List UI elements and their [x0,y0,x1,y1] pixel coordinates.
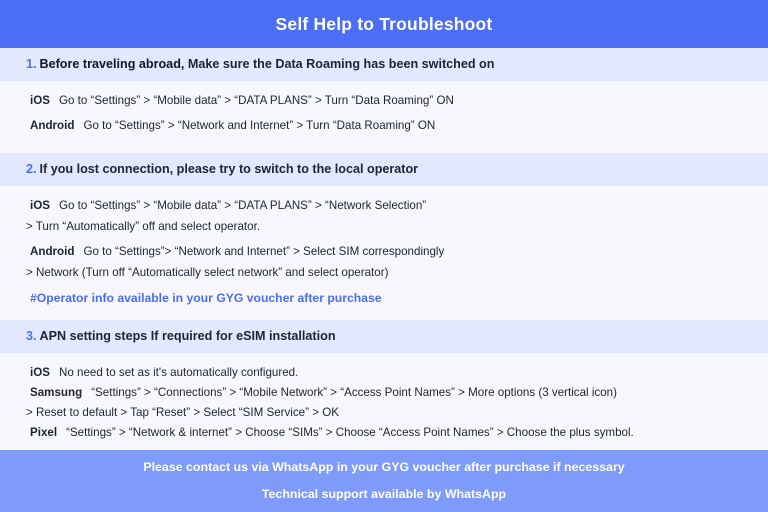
section-header-2: 2. If you lost connection, please try to … [0,152,768,186]
platform-label-android: Android [30,244,75,258]
platform-label-android: Android [30,118,75,132]
section-body-1: iOS Go to “Settings” > “Mobile data” > “D… [0,81,768,148]
section-title-rest-1: Make sure the Data Roaming has been swit… [184,57,495,71]
instruction-text: “Settings” > “Network & internet” > Choo… [66,426,634,440]
page-header: Self Help to Troubleshoot [0,0,768,48]
instruction-text: Go to “Settings”> “Network and Internet”… [83,244,445,258]
section-title-lead-3: APN setting steps If required for eSIM i… [39,329,336,344]
footer-support-line: Technical support available by WhatsApp [261,487,507,501]
section-number-2: 2. [26,161,37,176]
platform-label-ios: iOS [30,366,50,380]
section-number-1: 1. [26,57,37,71]
instruction-text: Go to “Settings” > “Network and Internet… [83,118,436,132]
instruction-text: “Settings” > “Connections” > “Mobile Net… [91,386,617,400]
platform-label-pixel: Pixel [30,426,58,440]
section-body-2: iOS Go to “Settings” > “Mobile data” > “D… [0,186,768,313]
footer-contact-line: Please contact us via WhatsApp in your G… [143,460,625,475]
instruction-text: Go to “Settings” > “Mobile data” > “DATA… [58,198,427,212]
page-footer: Please contact us via WhatsApp in your G… [0,450,768,512]
instruction-row: Android Go to “Settings”> “Network and In… [30,243,742,261]
instruction-row: iOS No need to set as it's automatically … [30,364,742,382]
page-title: Self Help to Troubleshoot [275,13,493,34]
instruction-row: Samsung “Settings” > “Connections” > “Mob… [30,384,742,402]
instruction-text: Go to “Settings” > “Mobile data” > “DATA… [58,94,454,107]
instruction-continuation: > Reset to default > Tap “Reset” > Selec… [26,406,339,420]
section-header-1: 1. Before traveling abroad, Make sure the… [0,48,768,81]
section-body-3: iOS No need to set as it's automatically … [0,353,768,450]
instruction-continuation: > Network (Turn off “Automatically selec… [26,265,389,279]
instruction-text: No need to set as it's automatically con… [58,366,299,380]
section-title-lead-2: If you lost connection, please try to sw… [39,161,419,176]
instruction-row: Pixel “Settings” > “Network & internet” >… [30,424,742,442]
instruction-row: iOS Go to “Settings” > “Mobile data” > “D… [30,92,742,110]
section-header-3: 3. APN setting steps If required for eSIM… [0,320,768,354]
instruction-continuation: > Turn “Automatically” off and select op… [26,219,261,233]
troubleshoot-page: Self Help to Troubleshoot 1. Before trave… [0,0,768,512]
platform-label-ios: iOS [30,94,50,107]
section-number-3: 3. [26,329,37,344]
content-area: 1. Before traveling abroad, Make sure the… [0,48,768,450]
operator-info-note: #Operator info available in your GYG vou… [30,290,382,305]
section-title-lead-1: Before traveling abroad, [39,57,185,71]
platform-label-ios: iOS [30,198,50,212]
instruction-row: Android Go to “Settings” > “Network and I… [30,117,742,135]
platform-label-samsung: Samsung [30,386,83,400]
instruction-row: iOS Go to “Settings” > “Mobile data” > “D… [30,197,742,215]
